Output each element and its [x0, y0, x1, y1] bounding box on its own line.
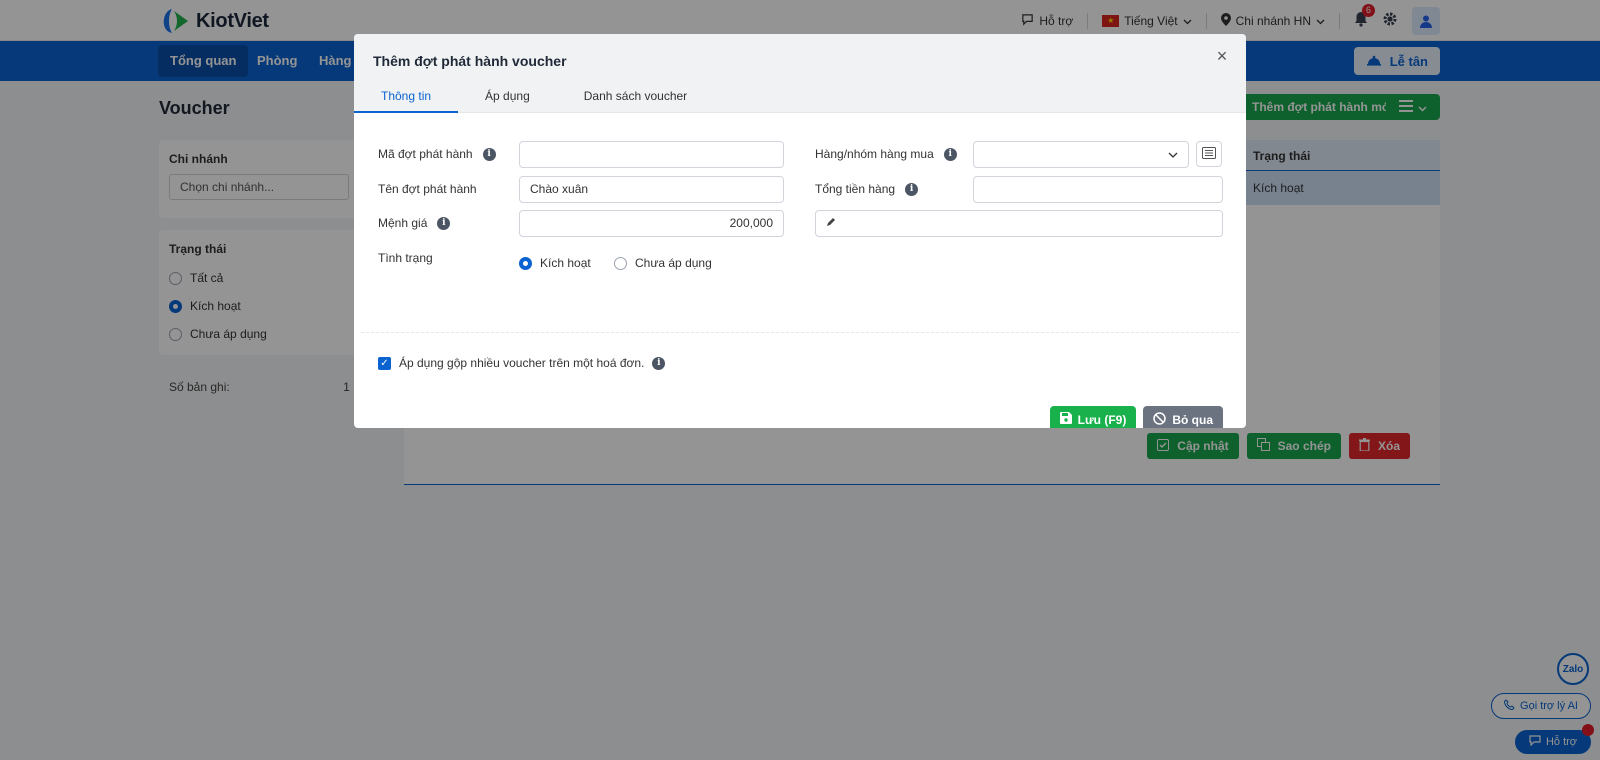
code-field-label: Mã đợt phát hành i — [378, 147, 496, 161]
denomination-field-label: Mệnh giá i — [378, 216, 451, 230]
modal-tabs: Thông tin Áp dụng Danh sách voucher — [354, 83, 714, 113]
total-amount-label-text: Tổng tiền hàng — [815, 182, 896, 196]
tab-apply[interactable]: Áp dụng — [458, 83, 557, 113]
status-option-label: Kích hoạt — [540, 256, 591, 270]
denomination-label-text: Mệnh giá — [378, 216, 428, 230]
save-button[interactable]: Lưu (F9) — [1049, 406, 1137, 428]
name-input[interactable]: Chào xuân — [519, 176, 784, 203]
goods-group-select[interactable] — [973, 141, 1189, 168]
save-icon — [1059, 412, 1072, 427]
status-label-text: Tình trạng — [378, 251, 433, 265]
note-input[interactable] — [815, 210, 1223, 237]
code-label-text: Mã đợt phát hành — [378, 147, 473, 161]
modal-title: Thêm đợt phát hành voucher — [373, 53, 567, 69]
total-amount-field-label: Tổng tiền hàng i — [815, 182, 919, 196]
ban-icon — [1153, 411, 1167, 428]
checkbox-checked-icon: ✓ — [378, 356, 391, 370]
name-label-text: Tên đợt phát hành — [378, 182, 477, 196]
combine-vouchers-label: Áp dụng gộp nhiều voucher trên một hoá đ… — [399, 356, 645, 370]
info-icon[interactable]: i — [437, 216, 451, 230]
status-option-unapplied[interactable]: Chưa áp dụng — [614, 256, 712, 270]
list-icon — [1202, 146, 1216, 162]
form-divider — [361, 332, 1239, 333]
info-icon[interactable]: i — [652, 356, 666, 370]
code-input[interactable] — [519, 141, 784, 168]
chevron-down-icon — [1168, 142, 1178, 167]
radio-selected-icon — [519, 256, 532, 270]
info-icon[interactable]: i — [482, 147, 496, 161]
name-field-label: Tên đợt phát hành — [378, 182, 477, 196]
tab-info[interactable]: Thông tin — [354, 83, 459, 113]
status-option-active[interactable]: Kích hoạt — [519, 256, 591, 270]
add-voucher-issue-modal: Thêm đợt phát hành voucher × Thông tin Á… — [354, 34, 1246, 428]
save-label: Lưu (F9) — [1077, 412, 1127, 427]
skip-button[interactable]: Bỏ qua — [1143, 406, 1223, 428]
close-icon[interactable]: × — [1212, 46, 1232, 66]
info-icon[interactable]: i — [943, 147, 957, 161]
skip-label: Bỏ qua — [1172, 412, 1213, 427]
status-option-label: Chưa áp dụng — [635, 256, 712, 270]
radio-icon — [614, 256, 627, 270]
goods-group-field-label: Hàng/nhóm hàng mua i — [815, 147, 957, 161]
pencil-icon — [826, 211, 836, 236]
modal-footer: Lưu (F9) Bỏ qua — [1049, 406, 1223, 428]
goods-group-label-text: Hàng/nhóm hàng mua — [815, 147, 934, 161]
denomination-input[interactable]: 200,000 — [519, 210, 784, 237]
tab-voucher-list[interactable]: Danh sách voucher — [557, 83, 714, 113]
total-amount-input[interactable] — [973, 176, 1223, 203]
status-field-label: Tình trạng — [378, 251, 433, 265]
combine-vouchers-checkbox[interactable]: ✓ Áp dụng gộp nhiều voucher trên một hoá… — [378, 356, 666, 370]
info-icon[interactable]: i — [905, 182, 919, 196]
modal-header: Thêm đợt phát hành voucher × Thông tin Á… — [354, 34, 1246, 113]
goods-list-button[interactable] — [1196, 141, 1222, 167]
